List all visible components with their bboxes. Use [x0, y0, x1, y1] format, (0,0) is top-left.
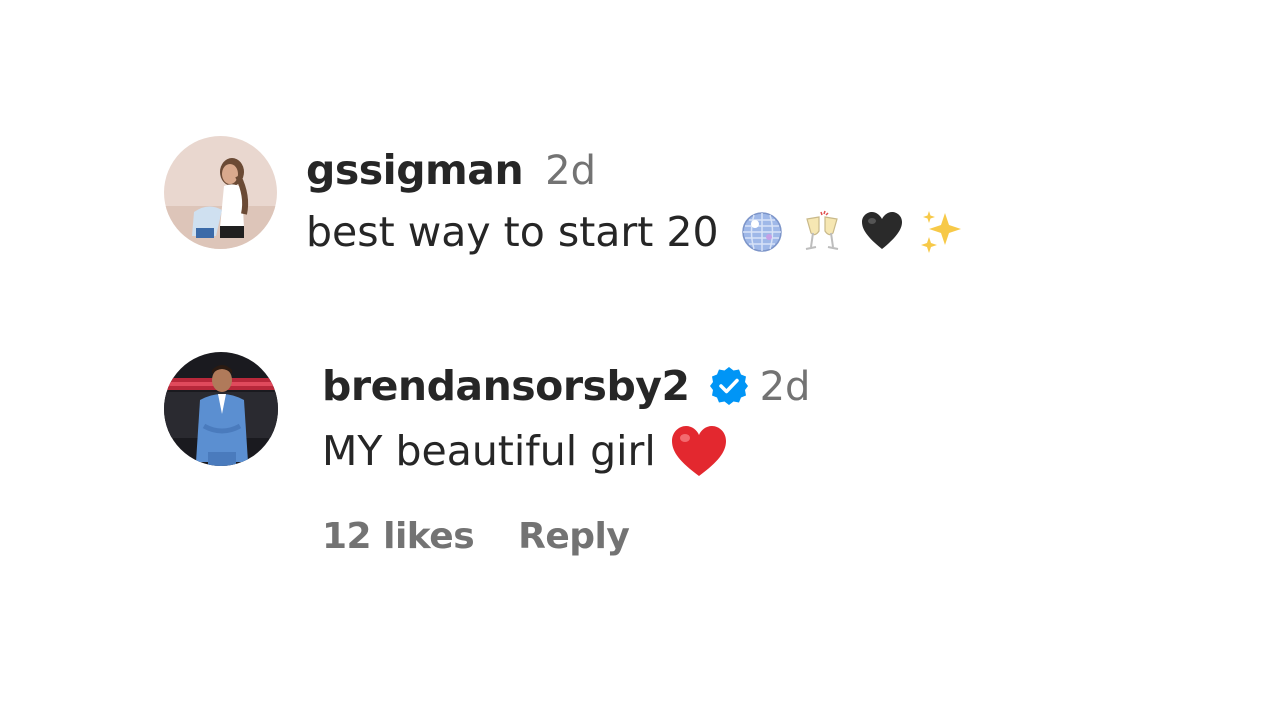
sparkles-icon — [919, 209, 965, 255]
reply-button[interactable]: Reply — [518, 516, 630, 557]
red-heart-icon — [670, 424, 728, 478]
disco-ball-icon — [739, 209, 785, 255]
timestamp: 2d — [759, 364, 811, 410]
comment-body: best way to start 20 — [306, 208, 719, 256]
avatar[interactable] — [164, 352, 278, 466]
comment-text: MY beautiful girl — [322, 424, 728, 478]
comment-text: best way to start 20 — [306, 208, 965, 256]
black-heart-icon — [859, 209, 905, 255]
avatar-image — [164, 352, 278, 466]
champagne-toast-icon — [799, 209, 845, 255]
avatar-image — [164, 136, 277, 249]
username[interactable]: brendansorsby2 — [322, 362, 690, 410]
timestamp: 2d — [545, 148, 596, 194]
comment-body: MY beautiful girl — [322, 427, 656, 475]
verified-badge-icon — [708, 365, 750, 407]
likes-count[interactable]: 12 likes — [322, 516, 475, 557]
comment-header: brendansorsby2 2d — [322, 362, 810, 410]
avatar[interactable] — [164, 136, 277, 249]
comment-header: gssigman 2d — [306, 146, 596, 194]
comment-actions: 12 likes Reply — [322, 516, 630, 557]
username[interactable]: gssigman — [306, 146, 524, 194]
